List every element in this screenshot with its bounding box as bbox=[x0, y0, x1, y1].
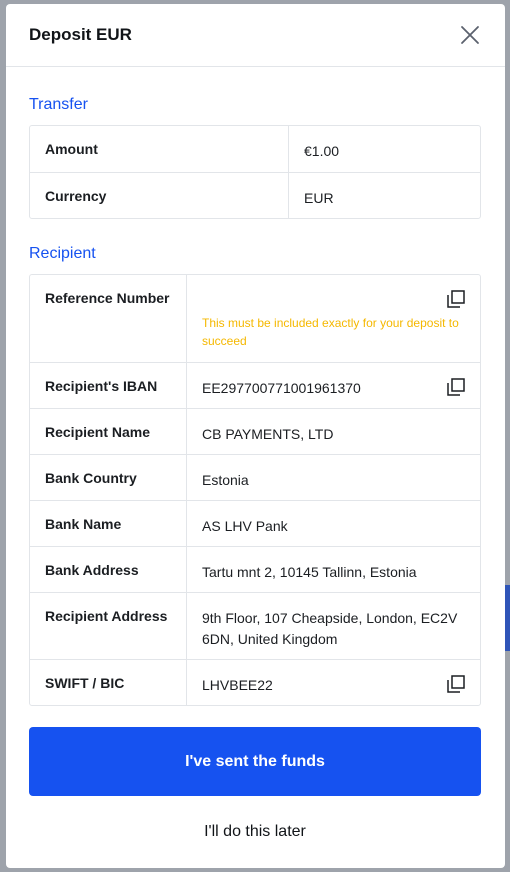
do-later-button[interactable]: I'll do this later bbox=[29, 816, 481, 848]
bank-address-label: Bank Address bbox=[30, 547, 187, 592]
bank-name-label: Bank Name bbox=[30, 501, 187, 546]
bank-address-value: Tartu mnt 2, 10145 Tallinn, Estonia bbox=[202, 564, 417, 580]
table-row: Reference Number This must be included e… bbox=[30, 275, 480, 362]
bank-name-value: AS LHV Pank bbox=[202, 518, 288, 534]
modal-title: Deposit EUR bbox=[29, 25, 132, 44]
reference-warning-note: This must be included exactly for your d… bbox=[202, 316, 459, 348]
copy-reference-button[interactable] bbox=[447, 290, 465, 308]
copy-icon bbox=[447, 675, 465, 693]
close-button[interactable] bbox=[457, 22, 483, 48]
currency-value: EUR bbox=[304, 190, 334, 206]
recipient-name-label: Recipient Name bbox=[30, 409, 187, 454]
bank-country-label: Bank Country bbox=[30, 455, 187, 500]
recipient-table: Reference Number This must be included e… bbox=[29, 274, 481, 706]
bank-country-value: Estonia bbox=[202, 472, 249, 488]
table-row: Recipient Name CB PAYMENTS, LTD bbox=[30, 408, 480, 454]
currency-label: Currency bbox=[30, 173, 289, 218]
amount-label: Amount bbox=[30, 126, 289, 172]
recipient-address-value: 9th Floor, 107 Cheapside, London, EC2V 6… bbox=[202, 610, 458, 647]
copy-icon bbox=[447, 290, 465, 308]
deposit-modal: Deposit EUR Transfer Amount €1.00 Curren… bbox=[6, 4, 505, 868]
close-icon bbox=[461, 26, 479, 44]
table-row: Recipient Address 9th Floor, 107 Cheapsi… bbox=[30, 592, 480, 659]
sent-funds-button[interactable]: I've sent the funds bbox=[29, 727, 481, 796]
swift-text: LHVBEE22 bbox=[202, 677, 273, 693]
table-row: Bank Address Tartu mnt 2, 10145 Tallinn,… bbox=[30, 546, 480, 592]
table-row: Recipient's IBAN EE297700771001961370 bbox=[30, 362, 480, 408]
transfer-section-title: Transfer bbox=[29, 96, 88, 113]
recipient-section-title: Recipient bbox=[29, 245, 96, 262]
iban-label: Recipient's IBAN bbox=[30, 363, 187, 408]
copy-icon bbox=[447, 378, 465, 396]
transfer-table: Amount €1.00 Currency EUR bbox=[29, 125, 481, 219]
reference-number-value: This must be included exactly for your d… bbox=[187, 275, 480, 362]
modal-header: Deposit EUR bbox=[6, 4, 505, 67]
copy-iban-button[interactable] bbox=[447, 378, 465, 396]
swift-value: LHVBEE22 bbox=[187, 660, 480, 705]
swift-label: SWIFT / BIC bbox=[30, 660, 187, 705]
reference-number-label: Reference Number bbox=[30, 275, 187, 362]
recipient-address-label: Recipient Address bbox=[30, 593, 187, 659]
copy-swift-button[interactable] bbox=[447, 675, 465, 693]
table-row: Currency EUR bbox=[30, 172, 480, 218]
recipient-name-value: CB PAYMENTS, LTD bbox=[202, 426, 334, 442]
table-row: SWIFT / BIC LHVBEE22 bbox=[30, 659, 480, 705]
table-row: Bank Name AS LHV Pank bbox=[30, 500, 480, 546]
table-row: Amount €1.00 bbox=[30, 126, 480, 172]
iban-text: EE297700771001961370 bbox=[202, 380, 361, 396]
table-row: Bank Country Estonia bbox=[30, 454, 480, 500]
iban-value: EE297700771001961370 bbox=[187, 363, 480, 408]
amount-value: €1.00 bbox=[304, 143, 340, 159]
